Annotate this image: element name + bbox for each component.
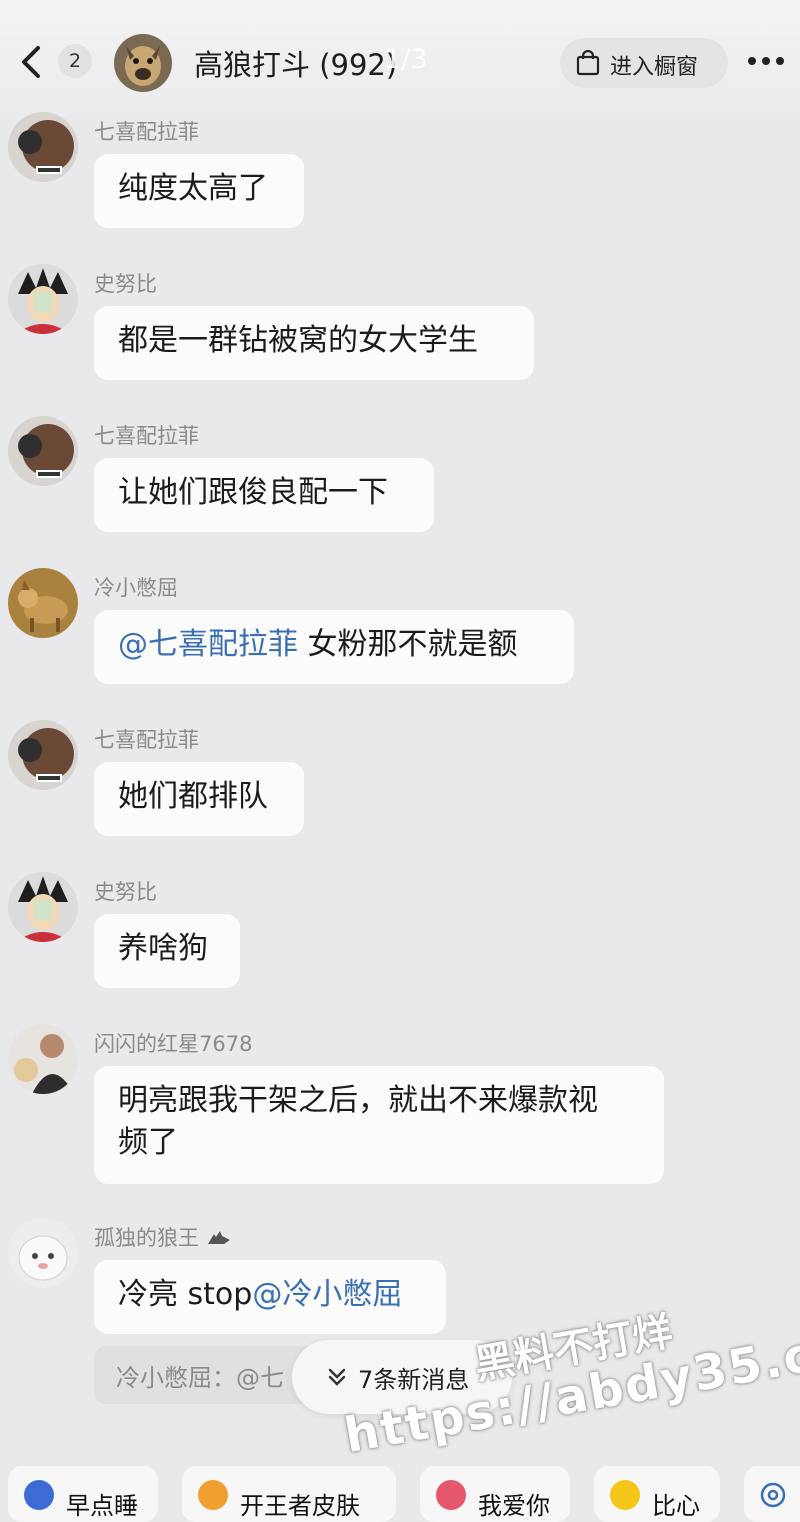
sender-name-text: 孤独的狼王	[94, 1226, 199, 1250]
mention-link[interactable]: @七喜配拉菲	[118, 627, 298, 662]
smile-emoji-icon	[610, 1480, 640, 1510]
avatar-cat[interactable]	[8, 1218, 78, 1288]
sender-name: 七喜配拉菲	[94, 728, 199, 752]
sender-name: 七喜配拉菲	[94, 120, 199, 144]
more-options-icon[interactable]	[742, 46, 790, 76]
quick-reply-chip[interactable]: 比心	[594, 1466, 720, 1522]
avatar-dog[interactable]	[8, 568, 78, 638]
avatar-qixi[interactable]	[8, 112, 78, 182]
message-text-line: 频了	[118, 1125, 178, 1160]
message-text: 都是一群钻被窝的女大学生	[118, 323, 478, 358]
message-text: 让她们跟俊良配一下	[118, 475, 388, 510]
sender-name: 闪闪的红星7678	[94, 1032, 253, 1056]
emoji-icon	[24, 1480, 54, 1510]
back-arrow-icon[interactable]	[14, 40, 50, 84]
at-sign-icon	[760, 1482, 786, 1508]
message-bubble[interactable]: 都是一群钻被窝的女大学生	[94, 306, 534, 380]
sender-name: 史努比	[94, 880, 157, 904]
group-title: 高狼打斗 (992)	[194, 48, 398, 82]
sender-name: 孤独的狼王	[94, 1222, 232, 1252]
cat-emoji-icon	[198, 1480, 228, 1510]
page-indicator: 1/3	[384, 44, 428, 75]
group-avatar[interactable]	[114, 34, 172, 92]
mention-link[interactable]: @冷小憋屈	[252, 1277, 402, 1312]
message-bubble[interactable]: 让她们跟俊良配一下	[94, 458, 434, 532]
message-text: 冷亮 stop	[118, 1277, 253, 1312]
wolf-icon	[207, 1231, 230, 1244]
enter-window-button[interactable]: 进入橱窗	[560, 38, 728, 88]
quoted-text: 冷小憋屈：@七	[116, 1364, 284, 1392]
avatar-man[interactable]	[8, 1024, 78, 1094]
message-bubble[interactable]: 明亮跟我干架之后，就出不来爆款视 频了	[94, 1066, 664, 1184]
message-bubble[interactable]: @七喜配拉菲 女粉那不就是额	[94, 610, 574, 684]
sender-name: 史努比	[94, 272, 157, 296]
sender-name: 冷小憋屈	[94, 576, 178, 600]
message-text: 女粉那不就是额	[298, 627, 518, 662]
message-text: 纯度太高了	[118, 171, 268, 206]
chat-header: 2 高狼打斗 (992) 1/3 进入橱窗	[0, 0, 800, 120]
enter-window-label: 进入橱窗	[610, 55, 699, 80]
message-text-line: 明亮跟我干架之后，就出不来爆款视	[118, 1083, 598, 1118]
avatar-qixi[interactable]	[8, 416, 78, 486]
message-bubble[interactable]: 养啥狗	[94, 914, 240, 988]
mention-chip[interactable]	[744, 1466, 800, 1522]
message-text: 养啥狗	[118, 931, 208, 966]
avatar-snoopy[interactable]	[8, 872, 78, 942]
quick-reply-chip[interactable]: 我爱你	[420, 1466, 570, 1522]
avatar-snoopy[interactable]	[8, 264, 78, 334]
message-bubble[interactable]: 冷亮 stop@冷小憋屈	[94, 1260, 446, 1334]
message-bubble[interactable]: 纯度太高了	[94, 154, 304, 228]
shopping-bag-icon	[576, 50, 600, 76]
message-text: 她们都排队	[118, 779, 268, 814]
avatar-qixi[interactable]	[8, 720, 78, 790]
message-bubble[interactable]: 她们都排队	[94, 762, 304, 836]
unread-badge: 2	[58, 44, 92, 78]
sender-name: 七喜配拉菲	[94, 424, 199, 448]
quick-reply-chip[interactable]: 早点睡	[8, 1466, 158, 1522]
heart-emoji-icon	[436, 1480, 466, 1510]
